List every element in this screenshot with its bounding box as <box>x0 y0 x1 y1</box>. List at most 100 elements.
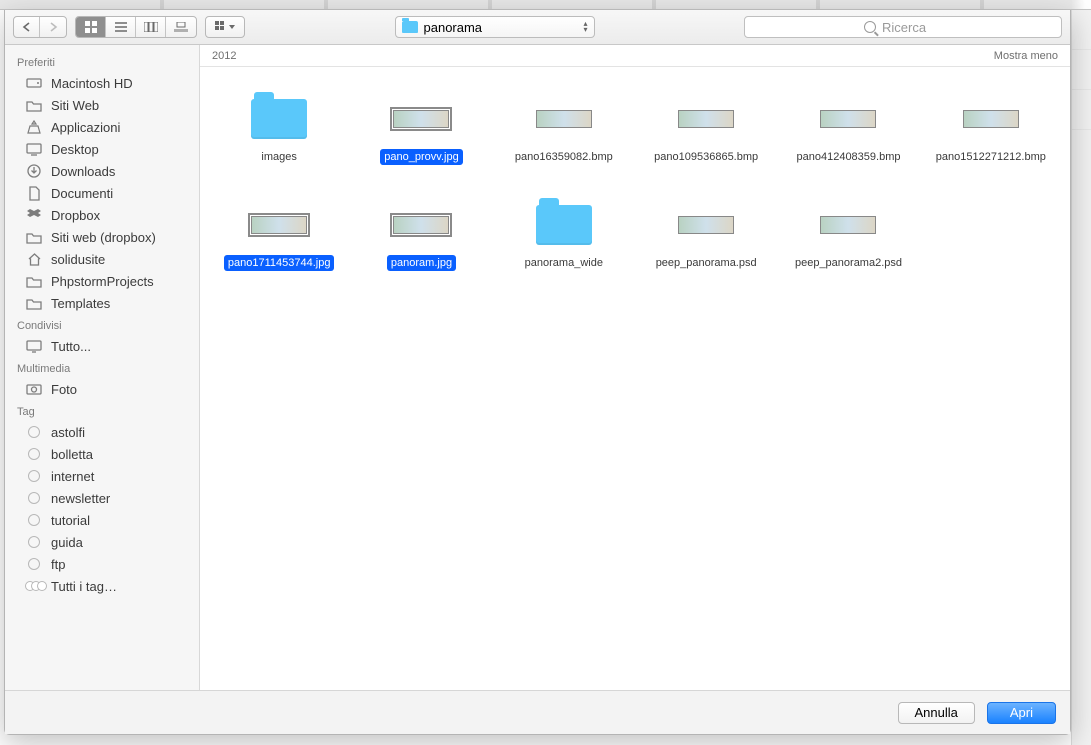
sidebar-section-title: Tag <box>5 400 199 421</box>
file-label: pano16359082.bmp <box>511 149 617 165</box>
folder-icon <box>247 95 311 143</box>
image-thumbnail-icon <box>247 201 311 249</box>
sidebar-item-label: Tutti i tag… <box>51 579 117 594</box>
view-icons-button[interactable] <box>76 17 106 37</box>
folder-icon <box>402 21 418 33</box>
sidebar-item-label: Tutto... <box>51 339 91 354</box>
arrange-button[interactable] <box>206 17 244 37</box>
apps-icon <box>25 119 43 135</box>
folder-icon <box>25 273 43 289</box>
sidebar-section-title: Condivisi <box>5 314 199 335</box>
sidebar-item-label: Siti web (dropbox) <box>51 230 156 245</box>
sidebar-section-title: Multimedia <box>5 357 199 378</box>
dropbox-icon <box>25 207 43 223</box>
sidebar-item[interactable]: newsletter <box>5 487 199 509</box>
group-header: 2012 Mostra meno <box>200 45 1070 67</box>
search-input[interactable] <box>882 20 942 35</box>
folder-icon <box>532 201 596 249</box>
file-item[interactable]: panoram.jpg <box>350 201 492 271</box>
file-item[interactable]: pano16359082.bmp <box>493 95 635 165</box>
sidebar-item[interactable]: bolletta <box>5 443 199 465</box>
file-grid[interactable]: images pano_provv.jpg pano16359082.bmp pano… <box>200 67 1070 690</box>
sidebar-item[interactable]: Tutto... <box>5 335 199 357</box>
dialog-footer: Annulla Apri <box>5 690 1070 734</box>
sidebar-item[interactable]: Desktop <box>5 138 199 160</box>
main-pane: 2012 Mostra meno imagespano_provv.jpgpan… <box>200 45 1070 690</box>
search-icon <box>864 21 876 33</box>
file-open-dialog: panorama ▴▾ Preferiti Macintosh HD Siti We… <box>4 10 1071 735</box>
file-item[interactable]: panorama_wide <box>493 201 635 271</box>
open-button[interactable]: Apri <box>987 702 1056 724</box>
docs-icon <box>25 185 43 201</box>
file-item[interactable]: peep_panorama.psd <box>635 201 777 271</box>
tag-icon <box>25 468 43 484</box>
file-label: pano_provv.jpg <box>380 149 462 165</box>
sidebar-item-label: Applicazioni <box>51 120 120 135</box>
sidebar-item-label: Macintosh HD <box>51 76 133 91</box>
sidebar-item[interactable]: Siti Web <box>5 94 199 116</box>
desktop-icon <box>25 141 43 157</box>
file-item[interactable]: peep_panorama2.psd <box>777 201 919 271</box>
sidebar-item[interactable]: Foto <box>5 378 199 400</box>
sidebar-item[interactable]: guida <box>5 531 199 553</box>
sidebar-item[interactable]: Templates <box>5 292 199 314</box>
downloads-icon <box>25 163 43 179</box>
sidebar-item-label: bolletta <box>51 447 93 462</box>
view-coverflow-button[interactable] <box>166 17 196 37</box>
file-item[interactable]: pano1711453744.jpg <box>208 201 350 271</box>
home-icon <box>25 251 43 267</box>
sidebar-item-label: Downloads <box>51 164 115 179</box>
file-label: peep_panorama2.psd <box>791 255 906 271</box>
sidebar-item[interactable]: Applicazioni <box>5 116 199 138</box>
tag-icon <box>25 490 43 506</box>
sidebar-item[interactable]: Macintosh HD <box>5 72 199 94</box>
toolbar: panorama ▴▾ <box>5 10 1070 45</box>
sidebar-item[interactable]: tutorial <box>5 509 199 531</box>
image-thumbnail-icon <box>532 95 596 143</box>
view-list-button[interactable] <box>106 17 136 37</box>
cancel-button[interactable]: Annulla <box>898 702 975 724</box>
sidebar-item-label: Dropbox <box>51 208 100 223</box>
file-label: pano412408359.bmp <box>793 149 905 165</box>
file-label: pano109536865.bmp <box>650 149 762 165</box>
file-item[interactable]: pano412408359.bmp <box>777 95 919 165</box>
sidebar-item-label: ftp <box>51 557 65 572</box>
sidebar-item[interactable]: ftp <box>5 553 199 575</box>
path-popup[interactable]: panorama ▴▾ <box>395 16 595 38</box>
forward-button[interactable] <box>40 17 66 37</box>
sidebar-item-label: Documenti <box>51 186 113 201</box>
file-item[interactable]: images <box>208 95 350 165</box>
sidebar-item[interactable]: astolfi <box>5 421 199 443</box>
search-field[interactable] <box>744 16 1062 38</box>
back-button[interactable] <box>14 17 40 37</box>
sidebar-item[interactable]: Dropbox <box>5 204 199 226</box>
file-item[interactable]: pano_provv.jpg <box>350 95 492 165</box>
sidebar-item[interactable]: internet <box>5 465 199 487</box>
sidebar-item-label: Desktop <box>51 142 99 157</box>
sidebar-item-label: tutorial <box>51 513 90 528</box>
image-thumbnail-icon <box>389 95 453 143</box>
tag-icon <box>25 556 43 572</box>
nav-back-forward <box>13 16 67 38</box>
tag-icon <box>25 512 43 528</box>
sidebar-item[interactable]: solidusite <box>5 248 199 270</box>
sidebar-item-label: Templates <box>51 296 110 311</box>
sidebar-section-title: Preferiti <box>5 51 199 72</box>
image-thumbnail-icon <box>674 201 738 249</box>
file-item[interactable]: pano1512271212.bmp <box>920 95 1062 165</box>
sidebar-item[interactable]: Documenti <box>5 182 199 204</box>
alltags-icon <box>25 578 43 594</box>
show-less-link[interactable]: Mostra meno <box>994 50 1058 62</box>
file-item[interactable]: pano109536865.bmp <box>635 95 777 165</box>
file-label: pano1711453744.jpg <box>224 255 335 271</box>
sidebar-item[interactable]: PhpstormProjects <box>5 270 199 292</box>
sidebar-item[interactable]: Downloads <box>5 160 199 182</box>
image-thumbnail-icon <box>959 95 1023 143</box>
image-thumbnail-icon <box>389 201 453 249</box>
sidebar-item[interactable]: Siti web (dropbox) <box>5 226 199 248</box>
folder-icon <box>25 229 43 245</box>
view-columns-button[interactable] <box>136 17 166 37</box>
image-thumbnail-icon <box>674 95 738 143</box>
sidebar-item[interactable]: Tutti i tag… <box>5 575 199 597</box>
file-label: images <box>257 149 300 165</box>
